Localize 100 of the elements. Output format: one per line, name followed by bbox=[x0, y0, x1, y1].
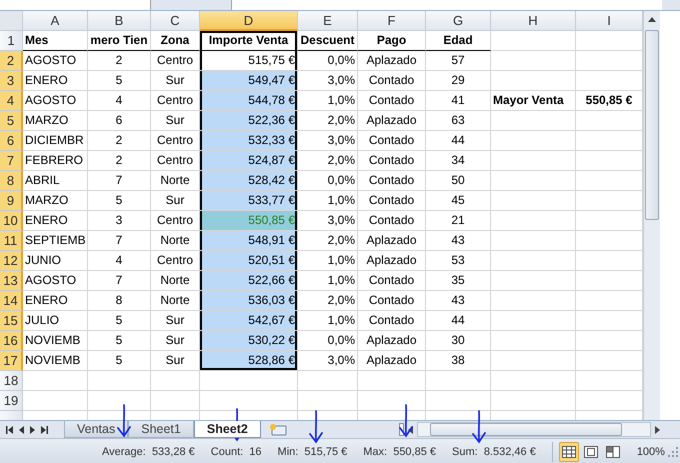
zoom-level[interactable]: 100% bbox=[636, 446, 665, 458]
column-header[interactable]: B bbox=[88, 11, 151, 31]
row-header[interactable]: 11 bbox=[0, 231, 23, 251]
table-cell: Contado bbox=[358, 311, 426, 331]
normal-view-icon[interactable] bbox=[558, 442, 579, 462]
row-header[interactable]: 9 bbox=[0, 191, 23, 211]
table-cell: ABRIL bbox=[23, 171, 88, 191]
annotation-arrow bbox=[116, 404, 132, 438]
row-header[interactable]: 5 bbox=[0, 111, 23, 131]
table-cell: Edad bbox=[426, 31, 491, 51]
row-header[interactable]: 14 bbox=[0, 291, 23, 311]
next-sheet-icon[interactable] bbox=[30, 426, 35, 434]
table-cell: Aplazado bbox=[358, 331, 426, 351]
row-header[interactable]: 4 bbox=[0, 91, 23, 111]
sheet-tab[interactable]: Sheet1 bbox=[128, 421, 194, 438]
table-cell: ENERO bbox=[23, 211, 88, 231]
empty-cell bbox=[576, 271, 643, 291]
table-cell: JUNIO bbox=[23, 251, 88, 271]
table-cell: Aplazado bbox=[358, 251, 426, 271]
table-cell: 21 bbox=[426, 211, 491, 231]
row-header[interactable]: 10 bbox=[0, 211, 23, 231]
table-cell: 57 bbox=[426, 51, 491, 71]
table-cell: 7 bbox=[88, 231, 151, 251]
table-cell: 2 bbox=[88, 51, 151, 71]
scroll-right-icon[interactable] bbox=[655, 426, 660, 434]
row-header[interactable]: 2 bbox=[0, 51, 23, 71]
sheet-tab[interactable]: Ventas bbox=[64, 421, 128, 438]
split-handle-icon[interactable] bbox=[398, 423, 404, 436]
formula-field[interactable] bbox=[231, 0, 662, 10]
column-header[interactable]: D bbox=[200, 11, 298, 31]
column-header[interactable]: C bbox=[151, 11, 200, 31]
column-header[interactable]: H bbox=[491, 11, 576, 31]
table-cell: 5 bbox=[88, 71, 151, 91]
table-cell: 5 bbox=[88, 191, 151, 211]
previous-sheet-icon[interactable] bbox=[19, 426, 24, 434]
first-sheet-icon[interactable] bbox=[6, 426, 13, 434]
status-stat: Count: 16 bbox=[210, 446, 262, 458]
row-header[interactable]: 8 bbox=[0, 171, 23, 191]
row-header[interactable]: 18 bbox=[0, 371, 23, 391]
table-cell: Contado bbox=[358, 151, 426, 171]
insert-sheet-icon[interactable] bbox=[268, 423, 287, 436]
table-cell: 5 bbox=[88, 351, 151, 371]
table-cell: 4 bbox=[88, 251, 151, 271]
column-header[interactable]: F bbox=[358, 11, 426, 31]
column-header[interactable]: I bbox=[576, 11, 643, 31]
table-cell: Aplazado bbox=[358, 231, 426, 251]
row-header[interactable]: 12 bbox=[0, 251, 23, 271]
table-cell: MARZO bbox=[23, 191, 88, 211]
empty-cell bbox=[426, 371, 491, 391]
scrollbar-thumb[interactable] bbox=[430, 423, 622, 436]
row-header[interactable]: 16 bbox=[0, 331, 23, 351]
scroll-left-icon[interactable] bbox=[408, 426, 413, 434]
table-cell: 29 bbox=[426, 71, 491, 91]
table-cell: 2,0% bbox=[298, 291, 358, 311]
column-header[interactable]: G bbox=[426, 11, 491, 31]
table-cell: FEBRERO bbox=[23, 151, 88, 171]
table-cell: 1,0% bbox=[298, 251, 358, 271]
table-cell: 45 bbox=[426, 191, 491, 211]
row-header[interactable]: 3 bbox=[0, 71, 23, 91]
table-cell: AGOSTO bbox=[23, 271, 88, 291]
status-stat: Min: 515,75 € bbox=[278, 446, 348, 458]
row-header[interactable]: 15 bbox=[0, 311, 23, 331]
empty-cell bbox=[151, 371, 200, 391]
empty-cell bbox=[576, 111, 643, 131]
column-header[interactable]: A bbox=[23, 11, 88, 31]
table-cell: 41 bbox=[426, 91, 491, 111]
empty-cell bbox=[576, 351, 643, 371]
table-cell: 44 bbox=[426, 131, 491, 151]
row-header[interactable]: 19 bbox=[0, 391, 23, 411]
resize-grip-icon[interactable] bbox=[668, 446, 678, 456]
scrollbar-thumb[interactable] bbox=[645, 30, 659, 220]
vertical-scrollbar[interactable] bbox=[643, 11, 660, 420]
table-cell: mero Tien bbox=[88, 31, 151, 51]
scroll-up-icon[interactable] bbox=[648, 17, 656, 22]
empty-cell bbox=[576, 251, 643, 271]
empty-cell bbox=[358, 371, 426, 391]
last-sheet-icon[interactable] bbox=[41, 426, 48, 434]
row-header[interactable]: 7 bbox=[0, 151, 23, 171]
empty-cell bbox=[576, 331, 643, 351]
horizontal-scrollbar[interactable] bbox=[416, 422, 651, 437]
sheet-tab[interactable]: Sheet2 bbox=[194, 421, 261, 438]
table-cell: 549,47 € bbox=[200, 71, 298, 91]
table-cell: AGOSTO bbox=[23, 91, 88, 111]
table-cell: 2,0% bbox=[298, 151, 358, 171]
row-header[interactable]: 1 bbox=[0, 31, 23, 51]
empty-cell bbox=[298, 391, 358, 411]
empty-cell bbox=[576, 151, 643, 171]
table-cell: AGOSTO bbox=[23, 51, 88, 71]
column-header[interactable]: E bbox=[298, 11, 358, 31]
empty-cell bbox=[298, 371, 358, 391]
row-header[interactable]: 6 bbox=[0, 131, 23, 151]
status-stat: Sum: 8.532,46 € bbox=[452, 446, 536, 458]
row-header[interactable]: 13 bbox=[0, 271, 23, 291]
table-cell: 0,0% bbox=[298, 171, 358, 191]
row-header[interactable]: 17 bbox=[0, 351, 23, 371]
table-cell: Contado bbox=[358, 291, 426, 311]
table-cell: 1,0% bbox=[298, 191, 358, 211]
table-cell: 5 bbox=[88, 331, 151, 351]
empty-cell bbox=[88, 371, 151, 391]
table-cell: 522,66 € bbox=[200, 271, 298, 291]
